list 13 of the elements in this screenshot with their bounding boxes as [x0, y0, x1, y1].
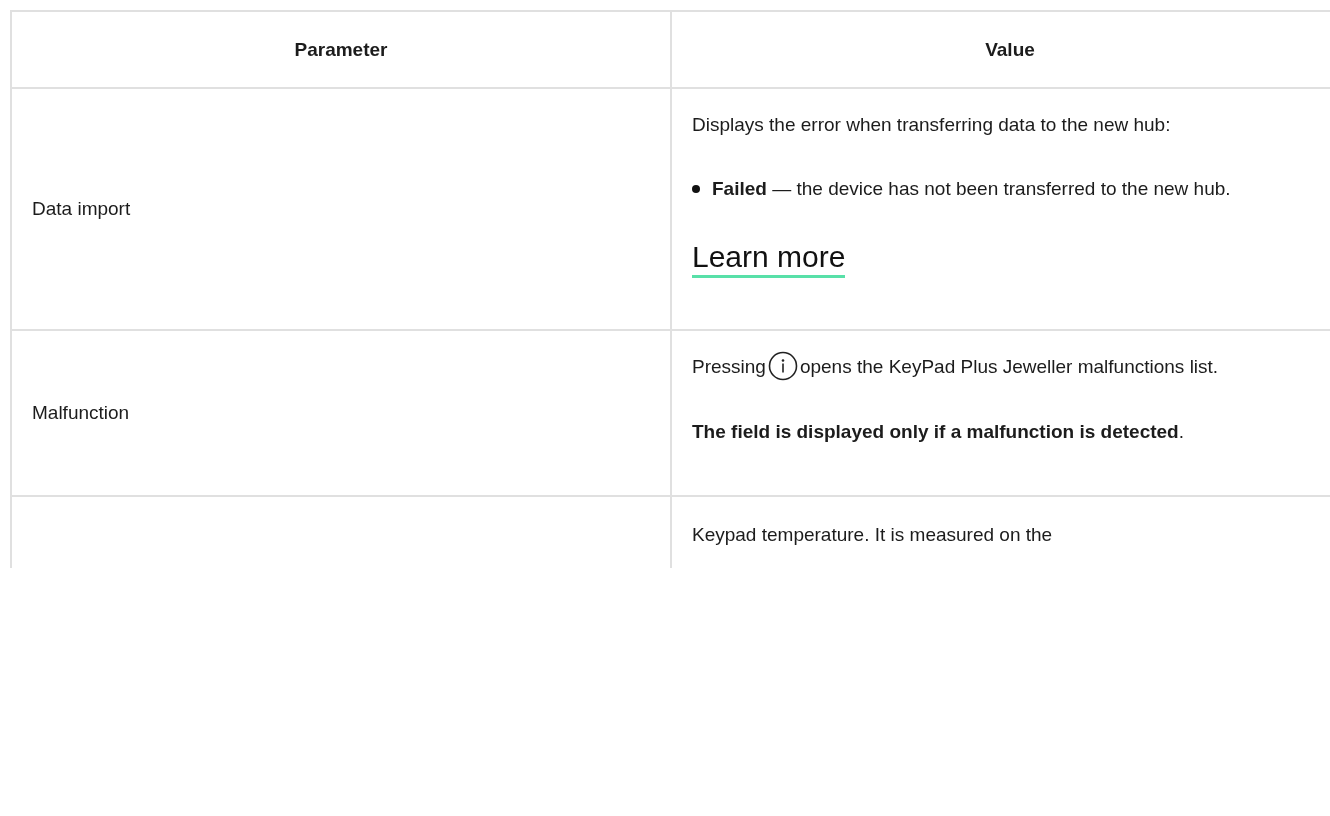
- info-icon: [767, 351, 798, 381]
- parameter-name: Data import: [32, 198, 131, 219]
- parameter-name: Malfunction: [32, 402, 130, 423]
- column-header: Value: [671, 11, 1330, 88]
- description-text: Pressing: [692, 356, 766, 377]
- learn-more-link[interactable]: Learn more: [692, 240, 846, 278]
- description-text: opens the KeyPad Plus Jeweller malfunctions list.: [799, 356, 1219, 377]
- column-header: Parameter: [11, 11, 671, 88]
- list-item-text: Failed — the device has not been transferred to the new hub.: [712, 177, 1231, 201]
- description-text: Keypad temperature. It is measured on the: [692, 523, 1054, 547]
- bullet-icon: [692, 185, 700, 193]
- description-text: Displays the error when transferring data to the new hub:: [692, 113, 1172, 137]
- description-text: The field is displayed only if a malfunction is detected.: [692, 420, 1185, 444]
